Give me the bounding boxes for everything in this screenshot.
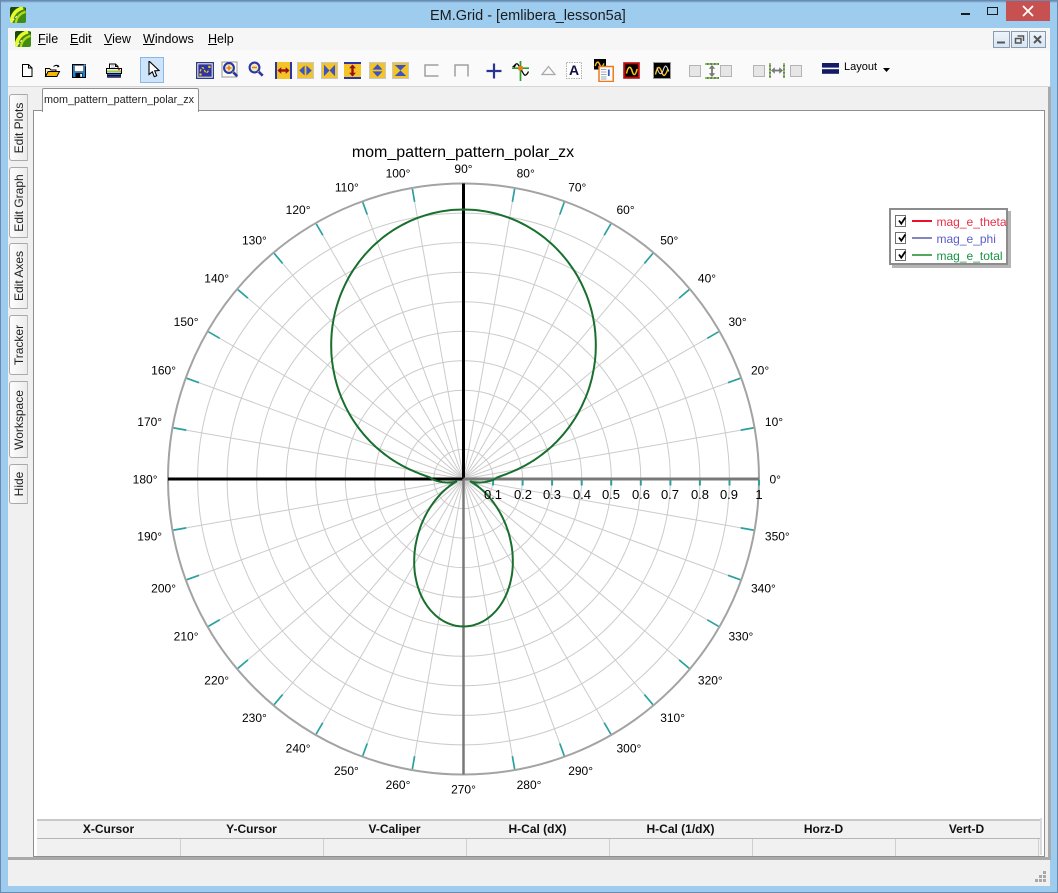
svg-text:100°: 100° (386, 167, 411, 181)
svg-text:250°: 250° (334, 764, 359, 778)
svg-text:30°: 30° (729, 315, 747, 329)
svg-text:120°: 120° (286, 203, 311, 217)
svg-text:230°: 230° (242, 711, 267, 725)
svg-text:310°: 310° (660, 711, 685, 725)
svg-text:90°: 90° (454, 162, 472, 176)
svg-text:40°: 40° (698, 271, 716, 285)
svg-text:140°: 140° (204, 271, 229, 285)
svg-text:A: A (569, 62, 579, 78)
svg-text:0°: 0° (770, 472, 782, 486)
svg-text:330°: 330° (729, 630, 754, 644)
svg-text:0.8: 0.8 (691, 487, 709, 502)
svg-text:170°: 170° (137, 415, 162, 429)
svg-text:160°: 160° (151, 363, 176, 377)
svg-text:190°: 190° (137, 530, 162, 544)
svg-text:20°: 20° (751, 363, 769, 377)
svg-text:240°: 240° (286, 742, 311, 756)
svg-text:200°: 200° (151, 581, 176, 595)
svg-text:270°: 270° (451, 783, 476, 797)
svg-text:320°: 320° (698, 673, 723, 687)
svg-text:290°: 290° (568, 764, 593, 778)
svg-text:1: 1 (755, 487, 762, 502)
svg-text:130°: 130° (242, 234, 267, 248)
svg-text:70°: 70° (568, 181, 586, 195)
svg-text:0.1: 0.1 (484, 487, 502, 502)
svg-text:180°: 180° (133, 472, 158, 486)
svg-text:0.7: 0.7 (661, 487, 679, 502)
svg-text:110°: 110° (335, 181, 359, 195)
svg-text:210°: 210° (174, 630, 199, 644)
svg-text:0.5: 0.5 (602, 487, 620, 502)
svg-text:300°: 300° (617, 742, 642, 756)
svg-text:340°: 340° (751, 581, 776, 595)
svg-text:0.4: 0.4 (573, 487, 591, 502)
svg-text:50°: 50° (660, 234, 678, 248)
svg-text:60°: 60° (617, 203, 635, 217)
svg-text:350°: 350° (765, 530, 790, 544)
svg-text:220°: 220° (204, 673, 229, 687)
svg-text:280°: 280° (517, 778, 542, 792)
svg-text:260°: 260° (386, 778, 411, 792)
svg-text:10°: 10° (765, 415, 783, 429)
svg-text:150°: 150° (174, 315, 199, 329)
svg-text:0.3: 0.3 (543, 487, 561, 502)
svg-text:0.6: 0.6 (632, 487, 650, 502)
svg-text:0.9: 0.9 (720, 487, 738, 502)
svg-text:80°: 80° (517, 167, 535, 181)
svg-text:0.2: 0.2 (514, 487, 532, 502)
